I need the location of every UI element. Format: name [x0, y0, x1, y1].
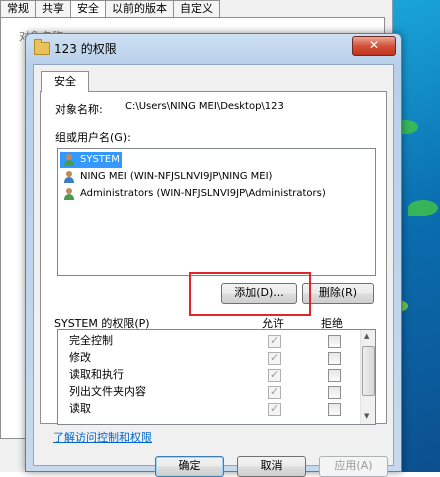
- cancel-button[interactable]: 取消: [237, 456, 306, 477]
- scroll-thumb[interactable]: [362, 346, 375, 396]
- permission-name: 完全控制: [69, 334, 113, 347]
- user-name: SYSTEM: [80, 154, 120, 165]
- scroll-up-arrow-icon[interactable]: ▲: [364, 332, 369, 340]
- remove-button[interactable]: 删除(R): [302, 283, 374, 304]
- folder-icon: [34, 39, 50, 55]
- permission-row-modify: 修改: [58, 350, 358, 366]
- tab-sharing[interactable]: 共享: [35, 0, 71, 17]
- allow-checkbox[interactable]: [268, 333, 281, 349]
- permission-row-list-folder: 列出文件夹内容: [58, 384, 358, 400]
- user-icon: [63, 171, 75, 183]
- ok-button[interactable]: 确定: [155, 456, 224, 477]
- dialog-title: 123 的权限: [54, 42, 117, 56]
- list-item-ning-mei[interactable]: NING MEI (WIN-NFJSLNVI9JP\NING MEI): [60, 169, 274, 185]
- permission-name: 修改: [69, 351, 91, 364]
- dialog-titlebar[interactable]: 123 的权限 ✕: [26, 34, 401, 62]
- deny-checkbox[interactable]: [328, 403, 341, 416]
- allow-checkbox[interactable]: [268, 350, 281, 366]
- permission-name: 读取: [69, 402, 91, 415]
- user-name: NING MEI (WIN-NFJSLNVI9JP\NING MEI): [80, 171, 273, 182]
- permission-row-read-execute: 读取和执行: [58, 367, 358, 383]
- deny-checkbox[interactable]: [328, 352, 341, 365]
- permissions-scrollbar[interactable]: ▲ ▼: [360, 330, 375, 424]
- allow-checkbox[interactable]: [268, 384, 281, 400]
- allow-checkbox[interactable]: [268, 401, 281, 417]
- close-icon: ✕: [368, 38, 380, 52]
- close-button[interactable]: ✕: [352, 36, 396, 56]
- desktop-leaf-decoration: [408, 200, 438, 216]
- apply-button[interactable]: 应用(A): [319, 456, 388, 477]
- highlight-box: [189, 272, 311, 316]
- object-name-label: 对象名称:: [55, 103, 103, 116]
- properties-tabs: 常规 共享 安全 以前的版本 自定义: [0, 0, 220, 19]
- tab-security-permissions[interactable]: 安全: [41, 71, 89, 92]
- group-user-icon: [63, 188, 75, 200]
- tab-previous-versions[interactable]: 以前的版本: [105, 0, 174, 17]
- permission-row-full-control: 完全控制: [58, 333, 358, 349]
- list-item-system[interactable]: SYSTEM: [60, 152, 122, 168]
- permissions-list[interactable]: 完全控制 修改 读取和执行 列出文件夹内容 读取: [57, 329, 376, 425]
- object-name-value: C:\Users\NING MEI\Desktop\123: [125, 101, 284, 112]
- tab-general[interactable]: 常规: [0, 0, 36, 17]
- allow-checkbox[interactable]: [268, 367, 281, 383]
- permission-row-read: 读取: [58, 401, 358, 417]
- learn-access-control-link[interactable]: 了解访问控制和权限: [53, 429, 152, 445]
- group-user-icon: [63, 154, 75, 166]
- list-item-administrators[interactable]: Administrators (WIN-NFJSLNVI9JP\Administ…: [60, 186, 328, 202]
- dialog-client-area: 安全 对象名称: C:\Users\NING MEI\Desktop\123 组…: [33, 64, 394, 477]
- scroll-down-arrow-icon[interactable]: ▼: [364, 412, 369, 420]
- deny-checkbox[interactable]: [328, 369, 341, 382]
- user-name: Administrators (WIN-NFJSLNVI9JP\Administ…: [80, 188, 326, 199]
- deny-checkbox[interactable]: [328, 335, 341, 348]
- groups-label: 组或用户名(G):: [55, 131, 131, 144]
- permission-name: 读取和执行: [69, 368, 124, 381]
- tab-customize[interactable]: 自定义: [173, 0, 220, 17]
- permission-name: 列出文件夹内容: [69, 385, 146, 398]
- users-list[interactable]: SYSTEM NING MEI (WIN-NFJSLNVI9JP\NING ME…: [57, 148, 376, 276]
- permissions-dialog: 123 的权限 ✕ 安全 对象名称: C:\Users\NING MEI\Des…: [25, 33, 402, 477]
- deny-checkbox[interactable]: [328, 386, 341, 399]
